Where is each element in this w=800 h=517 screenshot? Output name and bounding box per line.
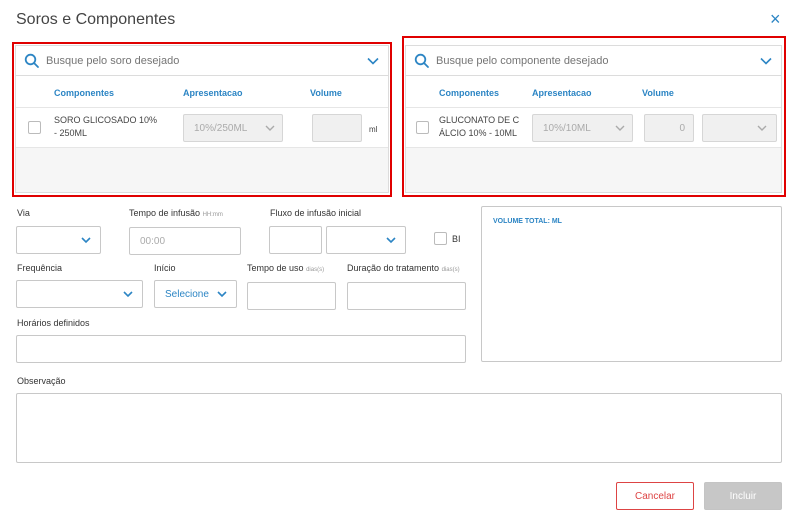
- soro-row-checkbox[interactable]: [28, 121, 41, 134]
- column-header-volume: Volume: [642, 88, 674, 98]
- close-icon[interactable]: ×: [770, 10, 781, 28]
- tempo-uso-input[interactable]: [247, 282, 336, 310]
- componente-row-name: GLUCONATO DE C ÁLCIO 10% - 10ML: [439, 115, 520, 138]
- frequencia-select[interactable]: [16, 280, 143, 308]
- horarios-label: Horários definidos: [17, 318, 90, 328]
- chevron-down-icon[interactable]: [366, 54, 380, 68]
- componente-volume-input[interactable]: 0: [644, 114, 694, 142]
- soro-search-input[interactable]: [46, 54, 366, 67]
- componente-panel: Componentes Apresentacao Volume GLUCONAT…: [405, 45, 782, 193]
- soro-row-name: SORO GLICOSADO 10% - 250ML: [54, 115, 158, 138]
- fluxo-input[interactable]: [269, 226, 322, 254]
- fluxo-unit-select[interactable]: [326, 226, 406, 254]
- column-header-apresentacao: Apresentacao: [532, 88, 592, 98]
- soro-volume-input[interactable]: [312, 114, 362, 142]
- inicio-label: Início: [154, 263, 176, 273]
- volume-total-text: VOLUME TOTAL: ML: [493, 218, 562, 225]
- chevron-down-icon: [217, 291, 227, 298]
- chevron-down-icon: [615, 125, 625, 131]
- observacao-textarea[interactable]: [16, 393, 782, 463]
- via-select[interactable]: [16, 226, 101, 254]
- header-divider: [16, 107, 388, 108]
- componente-apresentacao-select[interactable]: 10%/10ML: [532, 114, 633, 142]
- chevron-down-icon[interactable]: [759, 54, 773, 68]
- componente-search-bar[interactable]: [406, 46, 781, 76]
- componente-unit-select[interactable]: [702, 114, 777, 142]
- tempo-infusao-input[interactable]: 00:00: [129, 227, 241, 255]
- chevron-down-icon: [81, 237, 91, 244]
- soro-search-bar[interactable]: [16, 46, 388, 76]
- column-header-volume: Volume: [310, 88, 342, 98]
- observacao-label: Observação: [17, 376, 66, 386]
- chevron-down-icon: [265, 125, 275, 131]
- soro-apresentacao-select[interactable]: 10%/250ML: [183, 114, 283, 142]
- inicio-select[interactable]: Selecione: [154, 280, 237, 308]
- tempo-infusao-label: Tempo de infusão HH:mm: [129, 208, 223, 218]
- search-icon: [24, 53, 39, 68]
- frequencia-label: Frequência: [17, 263, 63, 273]
- column-header-componentes: Componentes: [439, 88, 500, 98]
- chevron-down-icon: [757, 125, 767, 131]
- header-divider: [406, 107, 781, 108]
- componente-row-checkbox[interactable]: [416, 121, 429, 134]
- chevron-down-icon: [123, 291, 133, 298]
- tempo-uso-label: Tempo de uso dias(s): [247, 263, 325, 273]
- soro-panel: Componentes Apresentacao Volume SORO GLI…: [15, 45, 389, 193]
- column-header-apresentacao: Apresentacao: [183, 88, 243, 98]
- duracao-input[interactable]: [347, 282, 466, 310]
- cancel-button[interactable]: Cancelar: [616, 482, 694, 510]
- column-header-componentes: Componentes: [54, 88, 115, 98]
- horarios-input[interactable]: [16, 335, 466, 363]
- fluxo-label: Fluxo de infusão inicial: [270, 208, 362, 218]
- include-button[interactable]: Incluir: [704, 482, 782, 510]
- volume-total-box: VOLUME TOTAL: ML: [481, 206, 782, 362]
- dialog-title: Soros e Componentes: [16, 11, 176, 28]
- duracao-label: Duração do tratamento dias(s): [347, 263, 460, 273]
- chevron-down-icon: [386, 237, 396, 244]
- search-icon: [414, 53, 429, 68]
- componente-search-input[interactable]: [436, 54, 759, 67]
- soro-volume-unit: ml: [369, 125, 378, 134]
- bi-checkbox[interactable]: [434, 232, 447, 245]
- bi-label: BI: [452, 234, 461, 244]
- via-label: Via: [17, 208, 30, 218]
